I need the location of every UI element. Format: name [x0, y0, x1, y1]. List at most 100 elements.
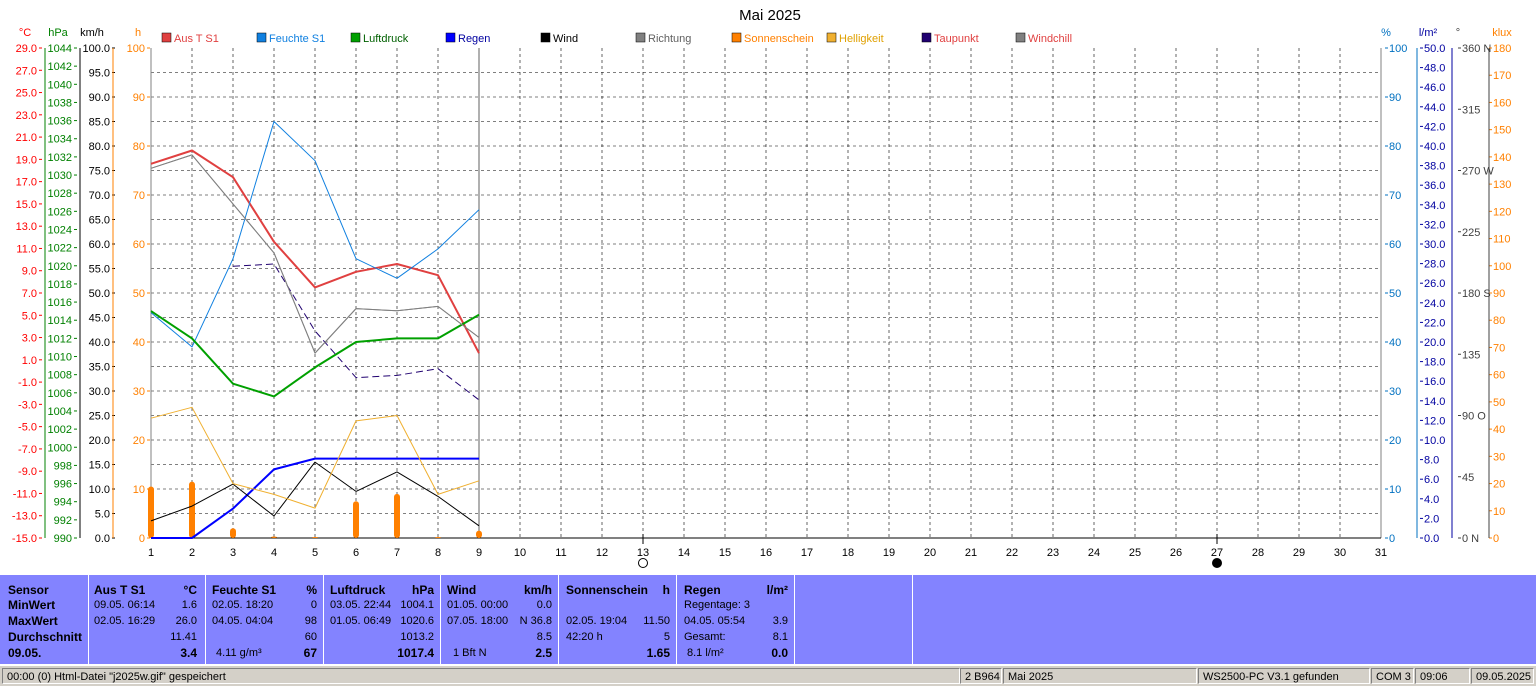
rain-tick-label: 16.0 — [1424, 376, 1445, 388]
temp-tick-label: 13.0 — [16, 221, 37, 233]
status-time: 09:06 — [1415, 668, 1470, 684]
label-current: 09.05. — [8, 646, 42, 660]
wind-tick-label: 80.0 — [89, 141, 110, 153]
x-tick-label: 9 — [476, 547, 482, 559]
rain-tick-label: 40.0 — [1424, 141, 1445, 153]
pressure-tick-label: 1030 — [48, 170, 72, 182]
pressure-min: 1004.1 — [400, 599, 434, 611]
wind-tick-label: 50.0 — [89, 288, 110, 300]
sun-title: Sonnenschein — [566, 583, 649, 597]
chart-title: Mai 2025 — [739, 7, 801, 24]
label-min: MinWert — [8, 598, 56, 612]
x-tick-label: 1 — [148, 547, 154, 559]
lux-tick-label: 20 — [1493, 479, 1505, 491]
rain-tick-label: 36.0 — [1424, 180, 1445, 192]
rain-tick-label: 28.0 — [1424, 259, 1445, 271]
wind-tick-label: 60.0 — [89, 239, 110, 251]
x-tick-label: 22 — [1006, 547, 1018, 559]
wind-unit-label: km/h — [80, 27, 104, 39]
sunshine-bar — [394, 493, 400, 538]
pressure-min-time: 03.05. 22:44 — [330, 599, 392, 611]
rain-tick-label: 32.0 — [1424, 219, 1445, 231]
temp-tick-label: 21.0 — [16, 132, 37, 144]
rain-tick-label: 2.0 — [1424, 513, 1439, 525]
rain-current: 0.0 — [771, 646, 788, 660]
rain-tick-label: 30.0 — [1424, 239, 1445, 251]
pressure-tick-label: 996 — [54, 479, 72, 491]
temp-max: 26.0 — [175, 615, 197, 627]
x-tick-label: 13 — [637, 547, 649, 559]
temp-tick-label: 5.0 — [22, 310, 37, 322]
wind-tick-label: 25.0 — [89, 411, 110, 423]
temp-unit-label: °C — [19, 27, 31, 39]
temp-tick-label: -9.0 — [18, 466, 37, 478]
legend-label: Feuchte S1 — [269, 33, 325, 45]
pressure-tick-label: 1014 — [48, 315, 72, 327]
wind-tick-label: 75.0 — [89, 166, 110, 178]
wind-title: Wind — [447, 583, 477, 597]
legend-label: Aus T S1 — [174, 33, 219, 45]
legend-swatch — [731, 32, 742, 43]
sun-tick-label: 90 — [133, 92, 145, 104]
rain-tick-label: 20.0 — [1424, 337, 1445, 349]
stats-label-column: Sensor MinWert MaxWert Durchschnitt 09.0… — [0, 575, 88, 664]
sun-avg: 5 — [663, 631, 670, 643]
x-tick-label: 23 — [1047, 547, 1059, 559]
sun-tick-label: 0 — [139, 533, 145, 545]
temp-tick-label: -1.0 — [18, 377, 37, 389]
sunshine-bar — [148, 486, 154, 538]
pressure-tick-label: 998 — [54, 460, 72, 472]
pressure-current: 1017.4 — [397, 646, 434, 660]
humidity-tick-label: 100 — [1389, 43, 1407, 55]
stats-pressure-column: Luftdruck hPa 03.05. 22:44 1004.1 01.05.… — [324, 575, 440, 664]
sun-current: 1.65 — [646, 646, 670, 660]
temp-tick-label: 3.0 — [22, 333, 37, 345]
wind-max: N 36.8 — [519, 615, 552, 627]
direction-tick-label: 0 N — [1462, 533, 1479, 545]
humidity-tick-label: 50 — [1389, 288, 1401, 300]
stats-rain-column: Regen l/m² Regentage: 3 04.05. 05:54 3.9… — [677, 575, 794, 664]
sunshine-bar — [230, 528, 236, 538]
temp-min: 1.6 — [181, 599, 197, 611]
lux-tick-label: 110 — [1493, 234, 1511, 246]
legend-swatch — [826, 32, 837, 43]
sun-tick-label: 30 — [133, 386, 145, 398]
x-tick-label: 26 — [1170, 547, 1182, 559]
lux-tick-label: 0 — [1493, 533, 1499, 545]
temp-tick-label: 17.0 — [16, 177, 37, 189]
humidity-max-time: 04.05. 04:04 — [212, 615, 274, 627]
lux-tick-label: 150 — [1493, 125, 1511, 137]
lux-tick-label: 40 — [1493, 424, 1505, 436]
sunshine-bar — [271, 536, 277, 538]
legend-label: Helligkeit — [839, 33, 884, 45]
x-tick-label: 10 — [514, 547, 526, 559]
humidity-unit-label: % — [1381, 27, 1391, 39]
sun-tick-label: 20 — [133, 435, 145, 447]
rain-total: 8.1 — [772, 631, 788, 643]
humidity-tick-label: 30 — [1389, 386, 1401, 398]
wind-tick-label: 40.0 — [89, 337, 110, 349]
x-tick-label: 19 — [883, 547, 895, 559]
pressure-tick-label: 990 — [54, 533, 72, 545]
direction-tick-label: 180 S — [1462, 288, 1491, 300]
rain-tick-label: 22.0 — [1424, 317, 1445, 329]
pressure-tick-label: 1034 — [48, 134, 72, 146]
wind-tick-label: 5.0 — [95, 509, 110, 521]
label-avg: Durchschnitt — [8, 630, 83, 644]
x-tick-label: 12 — [596, 547, 608, 559]
sun-max-time: 02.05. 19:04 — [566, 615, 628, 627]
statistics-panel: Sensor MinWert MaxWert Durchschnitt 09.0… — [0, 575, 1536, 664]
rain-max-time: 04.05. 05:54 — [684, 615, 746, 627]
temp-current: 3.4 — [180, 646, 197, 660]
rain-tick-label: 8.0 — [1424, 455, 1439, 467]
pressure-unit: hPa — [411, 583, 434, 597]
legend-swatch — [540, 32, 551, 43]
x-tick-label: 16 — [760, 547, 772, 559]
x-tick-label: 30 — [1334, 547, 1346, 559]
lux-tick-label: 140 — [1493, 152, 1511, 164]
humidity-tick-label: 10 — [1389, 484, 1401, 496]
humidity-unit: % — [306, 583, 317, 597]
pressure-tick-label: 1036 — [48, 116, 72, 128]
sun-tick-label: 60 — [133, 239, 145, 251]
humidity-tick-label: 20 — [1389, 435, 1401, 447]
